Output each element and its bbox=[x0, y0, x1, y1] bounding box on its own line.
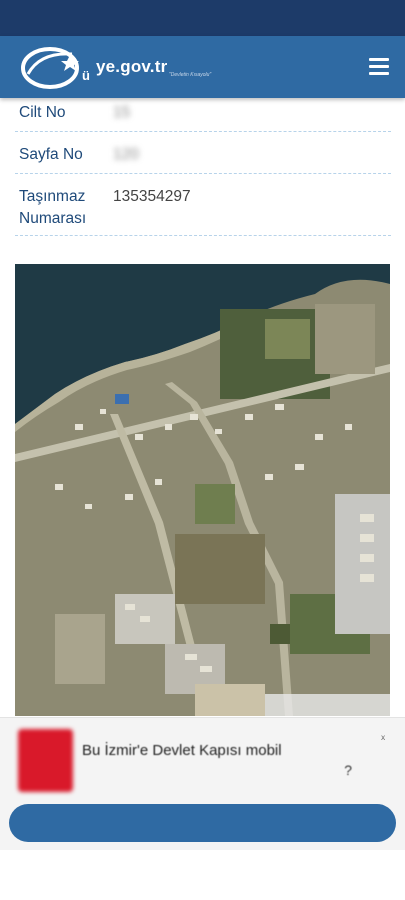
close-icon[interactable]: ˣ bbox=[381, 732, 385, 746]
parcel-info-table: Cilt No 15 Sayfa No 120 Taşınmaz Numaras… bbox=[15, 98, 391, 236]
tasinmaz-numarasi-label: Taşınmaz Numarası bbox=[19, 188, 87, 227]
status-bar bbox=[0, 0, 405, 36]
banner-subtitle: ? bbox=[344, 762, 352, 778]
app-icon[interactable] bbox=[18, 729, 73, 792]
satellite-map[interactable] bbox=[15, 264, 390, 716]
logo-text: ye.gov.tr bbox=[96, 57, 168, 76]
tasinmaz-numarasi-value: 135354297 bbox=[113, 188, 191, 205]
banner-title: Bu İzmir'e Devlet Kapısı mobil bbox=[82, 742, 282, 759]
sayfa-no-value: 120 bbox=[113, 146, 139, 163]
hamburger-menu-icon[interactable] bbox=[369, 58, 389, 76]
app-header: ü ye.gov.tr "Devletin Kısayolu" bbox=[0, 36, 405, 98]
row-tasinmaz-numarasi: Taşınmaz Numarası 135354297 bbox=[15, 174, 391, 236]
svg-text:ü: ü bbox=[82, 68, 90, 83]
cilt-no-value: 15 bbox=[113, 104, 131, 121]
banner-action-button[interactable] bbox=[9, 804, 396, 842]
logo-tagline: "Devletin Kısayolu" bbox=[169, 72, 212, 78]
row-sayfa-no: Sayfa No 120 bbox=[15, 132, 391, 174]
sayfa-no-label: Sayfa No bbox=[19, 146, 83, 163]
app-promo-banner: Bu İzmir'e Devlet Kapısı mobil ? ˣ bbox=[0, 717, 405, 850]
row-cilt-no: Cilt No 15 bbox=[15, 98, 391, 132]
cilt-no-label: Cilt No bbox=[19, 104, 66, 121]
edevlet-logo[interactable]: ü bbox=[20, 44, 100, 90]
